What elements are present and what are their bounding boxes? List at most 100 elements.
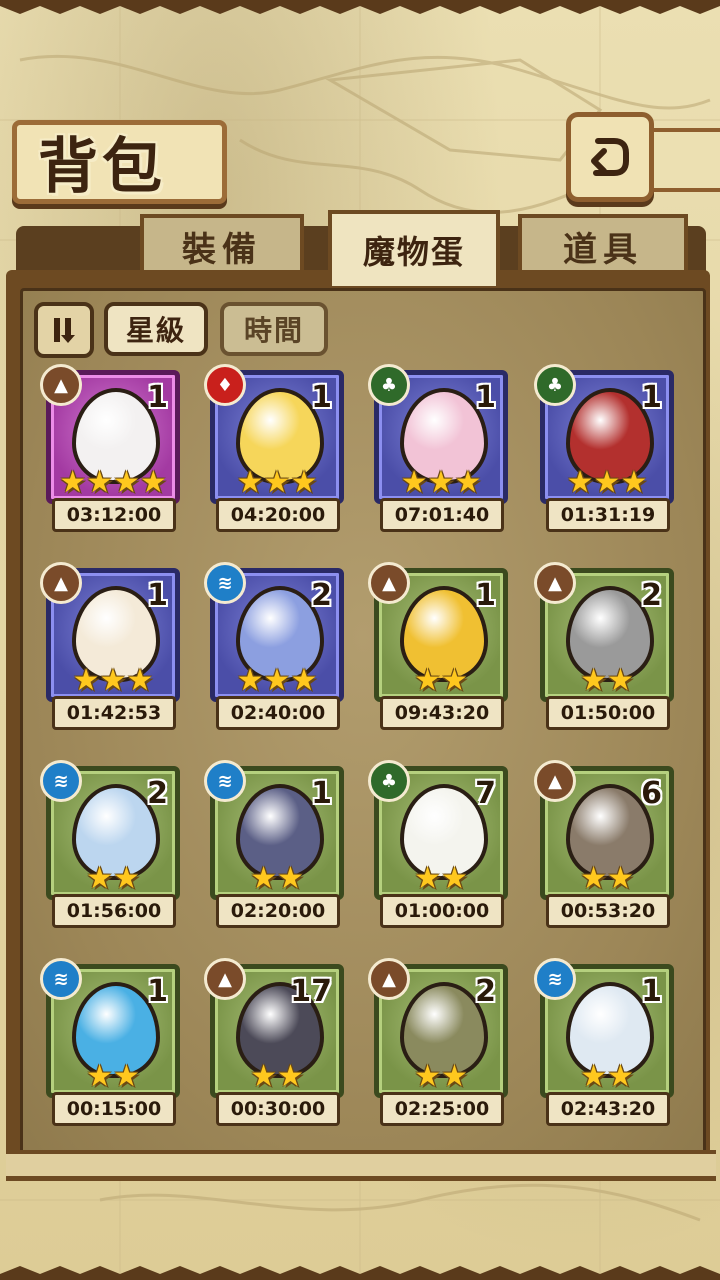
water-element-icon: ≋ xyxy=(40,760,82,802)
star-icon: ★ xyxy=(99,663,127,698)
tab-items-label: 道具 xyxy=(563,229,643,270)
hatch-timer: 00:53:20 xyxy=(546,894,670,928)
star-icon: ★ xyxy=(113,465,140,500)
star-rating: ★ ★ xyxy=(374,666,508,696)
star-icon: ★ xyxy=(126,663,154,698)
star-icon: ★ xyxy=(263,465,291,500)
star-rating: ★ ★ xyxy=(374,1062,508,1092)
star-icon: ★ xyxy=(72,663,100,698)
star-icon: ★ xyxy=(263,663,291,698)
star-icon: ★ xyxy=(414,663,441,698)
egg-card[interactable]: ▲ 6 ★ ★ 00:53:20 xyxy=(534,760,674,928)
star-icon: ★ xyxy=(139,465,167,500)
hatch-timer: 01:42:53 xyxy=(52,696,176,730)
star-rating: ★ ★ xyxy=(210,1062,344,1092)
star-icon: ★ xyxy=(441,861,468,896)
star-icon: ★ xyxy=(607,1059,634,1094)
earth-element-icon: ▲ xyxy=(40,364,82,406)
star-icon: ★ xyxy=(277,1059,304,1094)
star-rating: ★ ★ xyxy=(540,864,674,894)
water-element-icon: ≋ xyxy=(204,562,246,604)
egg-card[interactable]: ♣ 1 ★ ★ ★ 07:01:40 xyxy=(368,364,508,532)
hatch-timer: 07:01:40 xyxy=(380,498,504,532)
egg-card[interactable]: ♦ 1 ★ ★ ★ 04:20:00 xyxy=(204,364,344,532)
grass-element-icon: ♣ xyxy=(368,760,410,802)
star-rating: ★ ★ ★ xyxy=(46,666,180,696)
star-rating: ★ ★ xyxy=(374,864,508,894)
hatch-timer: 02:40:00 xyxy=(216,696,340,730)
egg-card[interactable]: ♣ 1 ★ ★ ★ 01:31:19 xyxy=(534,364,674,532)
egg-count: 1 xyxy=(311,776,332,811)
hatch-timer: 00:30:00 xyxy=(216,1092,340,1126)
egg-card[interactable]: ▲ 17 ★ ★ 00:30:00 xyxy=(204,958,344,1126)
earth-element-icon: ▲ xyxy=(534,562,576,604)
egg-card[interactable]: ≋ 2 ★ ★ 01:56:00 xyxy=(40,760,180,928)
egg-count: 2 xyxy=(311,578,332,613)
star-rating: ★ ★ ★ xyxy=(374,468,508,498)
egg-card[interactable]: ▲ 1 ★ ★ ★ 01:42:53 xyxy=(40,562,180,730)
hatch-timer: 09:43:20 xyxy=(380,696,504,730)
egg-count: 1 xyxy=(475,578,496,613)
hatch-timer: 01:31:19 xyxy=(546,498,670,532)
back-button[interactable] xyxy=(566,112,654,202)
sort-order-toggle[interactable] xyxy=(34,302,94,358)
hatch-timer: 00:15:00 xyxy=(52,1092,176,1126)
tab-equipment[interactable]: 裝備 xyxy=(140,214,304,274)
tab-items[interactable]: 道具 xyxy=(518,214,688,274)
egg-card[interactable]: ♣ 7 ★ ★ 01:00:00 xyxy=(368,760,508,928)
earth-element-icon: ▲ xyxy=(40,562,82,604)
water-element-icon: ≋ xyxy=(40,958,82,1000)
star-icon: ★ xyxy=(236,663,264,698)
star-icon: ★ xyxy=(580,1059,607,1094)
water-element-icon: ≋ xyxy=(534,958,576,1000)
star-rating: ★ ★ xyxy=(210,864,344,894)
hatch-timer: 02:20:00 xyxy=(216,894,340,928)
grass-element-icon: ♣ xyxy=(368,364,410,406)
egg-count: 17 xyxy=(290,974,332,1009)
star-icon: ★ xyxy=(454,465,482,500)
star-icon: ★ xyxy=(400,465,428,500)
star-icon: ★ xyxy=(236,465,264,500)
star-icon: ★ xyxy=(566,465,594,500)
sort-by-star-button[interactable]: 星級 xyxy=(104,302,208,356)
egg-card[interactable]: ▲ 1 ★ ★ 09:43:20 xyxy=(368,562,508,730)
egg-card[interactable]: ▲ 1 ★ ★ ★ ★ 03:12:00 xyxy=(40,364,180,532)
star-rating: ★ ★ ★ ★ xyxy=(46,468,180,498)
egg-count: 1 xyxy=(147,578,168,613)
star-rating: ★ ★ ★ xyxy=(210,468,344,498)
egg-count: 7 xyxy=(475,776,496,811)
star-icon: ★ xyxy=(290,465,318,500)
fire-element-icon: ♦ xyxy=(204,364,246,406)
star-rating: ★ ★ ★ xyxy=(210,666,344,696)
star-icon: ★ xyxy=(580,663,607,698)
star-icon: ★ xyxy=(441,663,468,698)
star-icon: ★ xyxy=(86,861,113,896)
earth-element-icon: ▲ xyxy=(204,958,246,1000)
water-element-icon: ≋ xyxy=(204,760,246,802)
star-icon: ★ xyxy=(607,861,634,896)
egg-card[interactable]: ▲ 2 ★ ★ 02:25:00 xyxy=(368,958,508,1126)
egg-count: 2 xyxy=(147,776,168,811)
egg-count: 6 xyxy=(641,776,662,811)
egg-card[interactable]: ≋ 1 ★ ★ 00:15:00 xyxy=(40,958,180,1126)
earth-element-icon: ▲ xyxy=(368,958,410,1000)
star-rating: ★ ★ xyxy=(46,864,180,894)
hatch-timer: 01:50:00 xyxy=(546,696,670,730)
egg-card[interactable]: ▲ 2 ★ ★ 01:50:00 xyxy=(534,562,674,730)
star-icon: ★ xyxy=(593,465,621,500)
earth-element-icon: ▲ xyxy=(368,562,410,604)
star-rating: ★ ★ xyxy=(540,1062,674,1092)
sort-by-time-button[interactable]: 時間 xyxy=(220,302,328,356)
star-icon: ★ xyxy=(113,1059,140,1094)
egg-card[interactable]: ≋ 2 ★ ★ ★ 02:40:00 xyxy=(204,562,344,730)
tab-monster-egg-label: 魔物蛋 xyxy=(362,233,465,271)
star-icon: ★ xyxy=(113,861,140,896)
egg-card[interactable]: ≋ 1 ★ ★ 02:43:20 xyxy=(534,958,674,1126)
hatch-timer: 02:43:20 xyxy=(546,1092,670,1126)
egg-count: 1 xyxy=(147,380,168,415)
star-icon: ★ xyxy=(607,663,634,698)
back-arrow-icon xyxy=(591,138,629,176)
egg-card[interactable]: ≋ 1 ★ ★ 02:20:00 xyxy=(204,760,344,928)
star-icon: ★ xyxy=(414,861,441,896)
tab-monster-egg[interactable]: 魔物蛋 xyxy=(328,210,500,286)
